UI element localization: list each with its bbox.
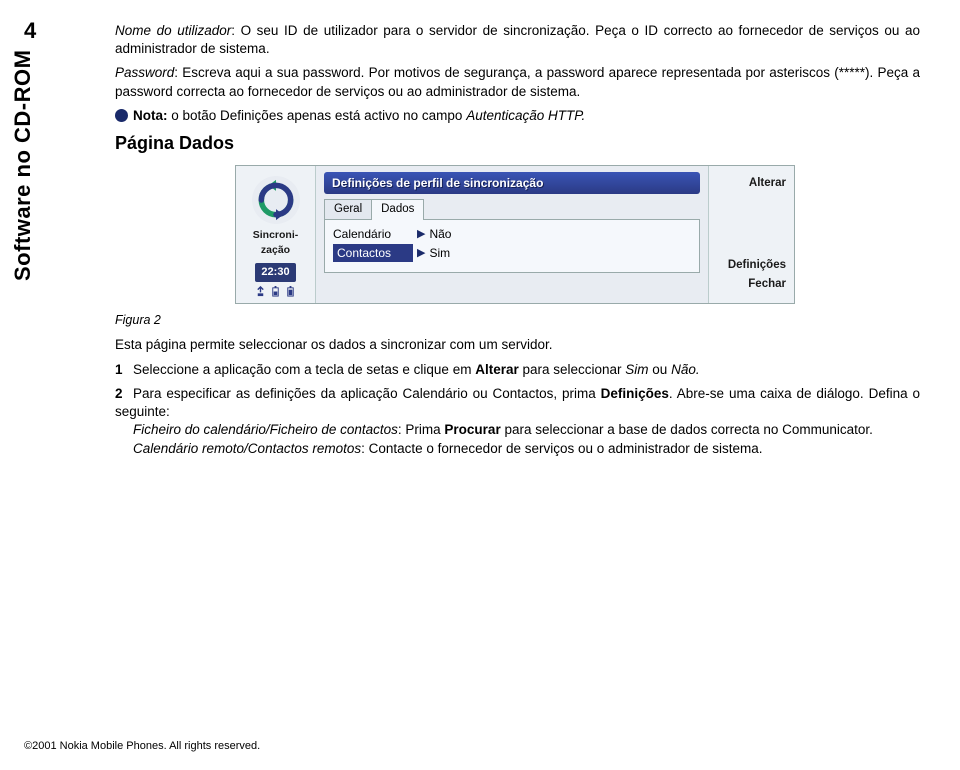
side-title: Software no CD-ROM [10, 50, 50, 410]
intro-text: Esta página permite seleccionar os dados… [115, 336, 920, 354]
para-nome-utilizador: Nome do utilizador: O seu ID de utilizad… [115, 22, 920, 58]
steps-list: 1Seleccione a aplicação com a tecla de s… [115, 361, 920, 458]
alterar-button[interactable]: Alterar [717, 176, 786, 192]
field-label: Password [115, 65, 174, 80]
step-1: 1Seleccione a aplicação com a tecla de s… [115, 361, 920, 379]
tab-panel: Calendário ▶ Não Contactos ▶ Sim [324, 219, 700, 273]
copyright: ©2001 Nokia Mobile Phones. All rights re… [24, 740, 260, 752]
field-text: : O seu ID de utilizador para o servidor… [115, 23, 920, 56]
field-label: Nome do utilizador [115, 23, 231, 38]
screen-right-col: Alterar Definições Fechar [708, 166, 794, 302]
arrow-icon: ▶ [417, 246, 425, 261]
step-2-sub2: Calendário remoto/Contactos remotos: Con… [133, 440, 920, 458]
step-2: 2Para especificar as definições da aplic… [115, 385, 920, 458]
note-row: Nota: o botão Definições apenas está act… [115, 107, 920, 125]
screen-title: Definições de perfil de sincronização [324, 172, 700, 194]
sync-icon [252, 176, 300, 224]
battery-icon [285, 286, 296, 297]
clock: 22:30 [255, 263, 295, 282]
screen-left-col: Sincroni- zação 22:30 [236, 166, 316, 302]
step-num: 1 [115, 361, 133, 379]
row-calendario[interactable]: Calendário ▶ Não [333, 226, 691, 242]
battery-icon [270, 286, 281, 297]
note-label: Nota: [133, 108, 168, 123]
step-num: 2 [115, 385, 133, 403]
row-label-selected: Contactos [333, 244, 413, 262]
fechar-button[interactable]: Fechar [717, 277, 786, 293]
tabs: Geral Dados [324, 199, 700, 220]
arrow-icon: ▶ [417, 227, 425, 242]
row-value: Sim [429, 245, 450, 261]
para-password: Password: Escreva aqui a sua password. P… [115, 64, 920, 100]
note-field: Autenticação HTTP. [466, 108, 585, 123]
row-label: Calendário [333, 226, 413, 242]
figure-2: Sincroni- zação 22:30 Definições de perf… [115, 165, 920, 328]
main-content: Nome do utilizador: O seu ID de utilizad… [115, 22, 920, 464]
note-text: Nota: o botão Definições apenas está act… [133, 107, 585, 125]
status-icons [255, 286, 296, 297]
definicoes-button[interactable]: Definições [717, 258, 786, 274]
row-contactos[interactable]: Contactos ▶ Sim [333, 244, 691, 262]
step-2-sub1: Ficheiro do calendário/Ficheiro de conta… [133, 421, 920, 439]
tab-dados[interactable]: Dados [371, 199, 424, 220]
heading-pagina-dados: Página Dados [115, 131, 920, 155]
row-value: Não [429, 226, 451, 242]
tab-geral[interactable]: Geral [324, 199, 372, 220]
screen-mid-col: Definições de perfil de sincronização Ge… [316, 166, 708, 302]
figura-label: Figura 2 [115, 312, 920, 329]
page-number: 4 [24, 18, 36, 44]
sync-label: Sincroni- zação [253, 228, 299, 256]
device-screen: Sincroni- zação 22:30 Definições de perf… [235, 165, 795, 303]
signal-icon [255, 286, 266, 297]
field-text: : Escreva aqui a sua password. Por motiv… [115, 65, 920, 98]
note-bullet-icon [115, 109, 128, 122]
